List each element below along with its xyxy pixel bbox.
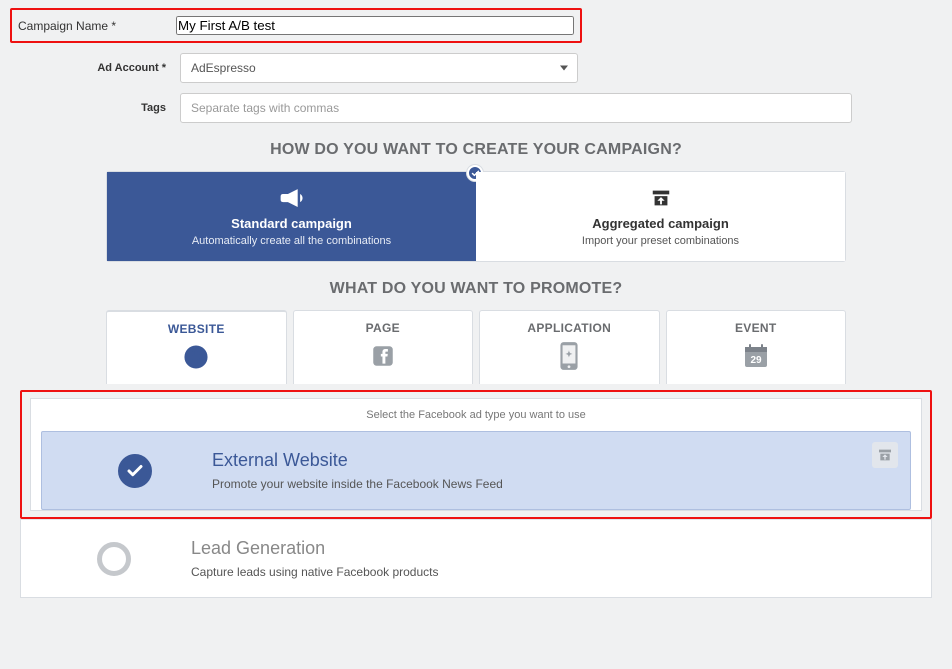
campaign-name-highlight: Campaign Name * <box>10 8 582 43</box>
adtype-lead-generation[interactable]: Lead Generation Capture leads using nati… <box>21 519 931 597</box>
ad-account-row: Ad Account * AdEspresso <box>20 53 932 83</box>
ad-account-select[interactable]: AdEspresso <box>180 53 578 83</box>
ad-account-label: Ad Account * <box>20 62 180 74</box>
tags-input[interactable] <box>180 93 852 123</box>
svg-text:✦: ✦ <box>566 349 574 359</box>
standard-campaign-title: Standard campaign <box>117 216 466 231</box>
aggregated-campaign-subtitle: Import your preset combinations <box>486 235 835 247</box>
tab-website-label: WEBSITE <box>107 322 286 336</box>
tab-event[interactable]: EVENT 29 <box>666 310 847 384</box>
adtype-lead-generation-desc: Capture leads using native Facebook prod… <box>191 565 438 579</box>
campaign-name-input[interactable] <box>176 16 574 35</box>
campaign-name-label: Campaign Name * <box>18 19 176 33</box>
standard-campaign-card[interactable]: Standard campaign Automatically create a… <box>107 172 476 261</box>
adtype-external-website[interactable]: External Website Promote your website in… <box>41 431 911 510</box>
svg-text:29: 29 <box>750 355 762 366</box>
adtype-highlight: Select the Facebook ad type you want to … <box>20 390 932 519</box>
aggregated-campaign-title: Aggregated campaign <box>486 216 835 231</box>
adtype-hint: Select the Facebook ad type you want to … <box>31 409 921 421</box>
megaphone-icon <box>117 186 466 210</box>
facebook-icon <box>294 341 473 371</box>
adtype-panel-rest: Lead Generation Capture leads using nati… <box>20 519 932 598</box>
tab-page[interactable]: PAGE <box>293 310 474 384</box>
upload-icon <box>872 442 898 468</box>
upload-box-icon <box>486 186 835 210</box>
adtype-external-website-desc: Promote your website inside the Facebook… <box>212 477 503 491</box>
standard-campaign-subtitle: Automatically create all the combination… <box>117 235 466 247</box>
tab-application-label: APPLICATION <box>480 321 659 335</box>
tab-website[interactable]: WEBSITE <box>106 310 287 384</box>
adtype-lead-generation-title: Lead Generation <box>191 538 438 559</box>
aggregated-campaign-card[interactable]: Aggregated campaign Import your preset c… <box>476 172 845 261</box>
chevron-down-icon <box>560 66 568 71</box>
phone-icon: ✦ <box>480 341 659 371</box>
radio-unselected-icon <box>97 542 131 576</box>
adtype-external-website-title: External Website <box>212 450 503 471</box>
tags-label: Tags <box>20 102 180 114</box>
radio-selected-icon <box>118 454 152 488</box>
promote-tabs: WEBSITE PAGE APPLICATION ✦ EVENT 29 <box>106 310 846 384</box>
ad-account-value: AdEspresso <box>180 53 578 83</box>
create-campaign-heading: HOW DO YOU WANT TO CREATE YOUR CAMPAIGN? <box>20 141 932 159</box>
promote-heading: WHAT DO YOU WANT TO PROMOTE? <box>20 280 932 298</box>
globe-icon <box>107 342 286 372</box>
tags-row: Tags <box>20 93 932 123</box>
tab-application[interactable]: APPLICATION ✦ <box>479 310 660 384</box>
tab-page-label: PAGE <box>294 321 473 335</box>
adtype-panel: Select the Facebook ad type you want to … <box>30 398 922 511</box>
tab-event-label: EVENT <box>667 321 846 335</box>
calendar-icon: 29 <box>667 341 846 371</box>
campaign-type-group: Standard campaign Automatically create a… <box>106 171 846 262</box>
